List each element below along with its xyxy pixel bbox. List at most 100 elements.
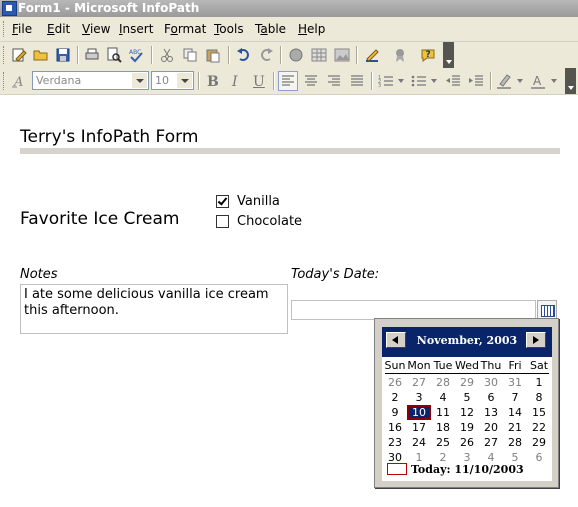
calendar-day[interactable]: 1 <box>527 375 551 390</box>
calendar-day[interactable]: 16 <box>383 420 407 435</box>
calendar-day[interactable]: 31 <box>503 375 527 390</box>
calendar-day[interactable]: 5 <box>503 450 527 465</box>
menu-help[interactable]: Help <box>298 22 325 36</box>
calendar-day[interactable]: 9 <box>383 405 407 420</box>
calendar-day[interactable]: 29 <box>527 435 551 450</box>
previous-month-button[interactable] <box>386 332 406 348</box>
calendar-day[interactable]: 25 <box>431 435 455 450</box>
menu-file[interactable]: File <box>12 22 32 36</box>
bullets-button[interactable] <box>409 71 439 91</box>
toolbar-grip[interactable] <box>3 72 7 90</box>
notes-field[interactable]: I ate some delicious vanilla ice cream t… <box>20 284 288 334</box>
calendar-day[interactable]: 2 <box>383 390 407 405</box>
toolbar-grip[interactable] <box>3 46 7 64</box>
calendar-day[interactable]: 13 <box>479 405 503 420</box>
insert-picture-button[interactable] <box>332 45 352 65</box>
calendar-day[interactable]: 3 <box>455 450 479 465</box>
insert-table-button[interactable] <box>309 45 329 65</box>
paste-button[interactable] <box>203 45 223 65</box>
underline-button[interactable]: U <box>249 71 269 91</box>
redo-button[interactable] <box>256 45 276 65</box>
styles-button[interactable]: A <box>9 71 29 91</box>
next-month-button[interactable] <box>526 332 546 348</box>
align-right-button[interactable] <box>324 71 344 91</box>
calendar-day[interactable]: 5 <box>455 390 479 405</box>
menu-bar-grip[interactable] <box>3 21 7 37</box>
open-button[interactable] <box>31 45 51 65</box>
chevron-down-icon[interactable] <box>551 79 557 83</box>
design-task-button[interactable] <box>9 45 29 65</box>
bold-button[interactable]: B <box>203 71 223 91</box>
insert-hyperlink-button[interactable] <box>286 45 306 65</box>
calendar-day[interactable]: 24 <box>407 435 431 450</box>
menu-view[interactable]: View <box>82 22 110 36</box>
calendar-day[interactable]: 26 <box>383 375 407 390</box>
align-center-button[interactable] <box>301 71 321 91</box>
calendar-day[interactable]: 12 <box>455 405 479 420</box>
calendar-day[interactable]: 26 <box>455 435 479 450</box>
calendar-day[interactable]: 28 <box>431 375 455 390</box>
infopath-app-icon[interactable] <box>2 1 17 16</box>
date-picker-input[interactable] <box>291 300 536 320</box>
calendar-day[interactable]: 30 <box>479 375 503 390</box>
chevron-down-icon[interactable] <box>398 79 404 83</box>
calendar-day[interactable]: 10 <box>407 405 431 420</box>
menu-insert[interactable]: Insert <box>119 22 153 36</box>
menu-format[interactable]: Format <box>164 22 206 36</box>
calendar-day[interactable]: 4 <box>431 390 455 405</box>
calendar-day[interactable]: 4 <box>479 450 503 465</box>
toolbar-options-button[interactable] <box>565 68 576 94</box>
chevron-down-icon[interactable] <box>132 73 147 88</box>
digital-signature-button[interactable] <box>390 45 410 65</box>
print-button[interactable] <box>82 45 102 65</box>
help-button[interactable]: ? <box>418 45 438 65</box>
calendar-day[interactable]: 6 <box>479 390 503 405</box>
calendar-day[interactable]: 3 <box>407 390 431 405</box>
calendar-day[interactable]: 8 <box>527 390 551 405</box>
undo-button[interactable] <box>234 45 254 65</box>
print-preview-button[interactable] <box>104 45 124 65</box>
vanilla-checkbox[interactable] <box>216 195 229 208</box>
calendar-day[interactable]: 15 <box>527 405 551 420</box>
numbering-button[interactable]: 123 <box>376 71 406 91</box>
spelling-button[interactable]: ABC <box>126 45 146 65</box>
menu-edit[interactable]: Edit <box>47 22 70 36</box>
calendar-day[interactable]: 29 <box>455 375 479 390</box>
calendar-day[interactable]: 27 <box>407 375 431 390</box>
menu-tools[interactable]: Tools <box>214 22 244 36</box>
font-name-combo[interactable]: Verdana <box>32 71 149 90</box>
calendar-day[interactable]: 30 <box>383 450 407 465</box>
align-left-button[interactable] <box>278 71 298 91</box>
chevron-down-icon[interactable] <box>517 79 523 83</box>
calendar-day[interactable]: 18 <box>431 420 455 435</box>
design-tasks-pane-button[interactable] <box>362 45 382 65</box>
calendar-day[interactable]: 23 <box>383 435 407 450</box>
copy-button[interactable] <box>180 45 200 65</box>
calendar-day[interactable]: 21 <box>503 420 527 435</box>
font-size-combo[interactable]: 10 <box>151 71 194 90</box>
calendar-day[interactable]: 11 <box>431 405 455 420</box>
font-color-button[interactable]: A <box>528 71 558 91</box>
calendar-day[interactable]: 17 <box>407 420 431 435</box>
calendar-day[interactable]: 6 <box>527 450 551 465</box>
save-button[interactable] <box>53 45 73 65</box>
calendar-day[interactable]: 28 <box>503 435 527 450</box>
calendar-day[interactable]: 27 <box>479 435 503 450</box>
calendar-day[interactable]: 14 <box>503 405 527 420</box>
italic-button[interactable]: I <box>226 71 246 91</box>
chevron-down-icon[interactable] <box>431 79 437 83</box>
toolbar-options-button[interactable] <box>443 42 454 68</box>
justify-button[interactable] <box>347 71 367 91</box>
increase-indent-button[interactable] <box>466 71 486 91</box>
chevron-down-icon[interactable] <box>177 73 192 88</box>
chocolate-checkbox[interactable] <box>216 215 229 228</box>
highlight-button[interactable] <box>494 71 524 91</box>
calendar-day[interactable]: 1 <box>407 450 431 465</box>
menu-table[interactable]: Table <box>255 22 286 36</box>
cut-button[interactable] <box>157 45 177 65</box>
calendar-day[interactable]: 2 <box>431 450 455 465</box>
calendar-day[interactable]: 7 <box>503 390 527 405</box>
date-picker-button[interactable] <box>537 300 557 320</box>
calendar-day[interactable]: 22 <box>527 420 551 435</box>
calendar-day[interactable]: 19 <box>455 420 479 435</box>
